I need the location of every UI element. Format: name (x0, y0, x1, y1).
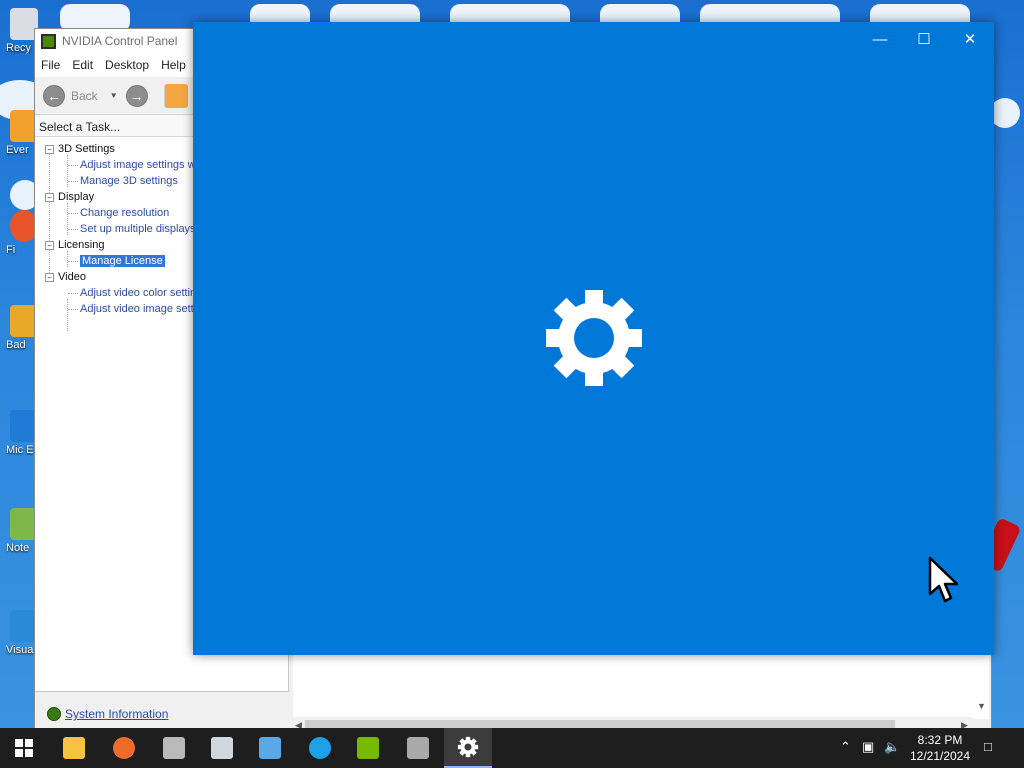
app-icon (407, 737, 429, 759)
maximize-button[interactable]: ☐ (909, 30, 939, 50)
nvidia-logo-icon (41, 33, 56, 49)
taskbar-app-2[interactable] (198, 728, 246, 768)
edge-icon (309, 737, 331, 759)
taskbar-edge[interactable] (296, 728, 344, 768)
tree-line (67, 155, 68, 187)
menu-desktop[interactable]: Desktop (99, 58, 155, 72)
tree-item-adjust-video-image[interactable]: Adjust video image sett (68, 301, 194, 317)
tree-category-label: 3D Settings (58, 143, 115, 155)
minimize-button[interactable]: — (865, 30, 895, 50)
tree-item-label: Change resolution (80, 207, 170, 219)
tree-category-display[interactable]: − Display (45, 189, 94, 205)
clock-date: 12/21/2024 (909, 749, 971, 763)
app-icon (211, 737, 233, 759)
tree-category-label: Video (58, 271, 86, 283)
scroll-down-icon[interactable]: ▼ (977, 701, 986, 711)
tree-line (67, 203, 68, 235)
taskbar-file-explorer[interactable] (50, 728, 98, 768)
tree-item-label: Adjust image settings w (80, 159, 196, 171)
tree-item-adjust-video-color[interactable]: Adjust video color settin (67, 285, 197, 301)
tree-line (49, 153, 50, 281)
volume-icon[interactable]: 🔈 (884, 739, 900, 755)
back-dropdown-icon[interactable]: ▼ (110, 91, 118, 100)
file-explorer-icon (63, 737, 85, 759)
back-arrow-icon[interactable]: ← (43, 84, 65, 107)
clock-time: 8:32 PM (917, 733, 963, 747)
gear-icon (546, 290, 642, 386)
windows-start-icon (15, 739, 33, 757)
taskbar-firefox[interactable] (100, 728, 148, 768)
notification-icon[interactable]: □ (984, 739, 992, 754)
close-button[interactable]: ✕ (955, 30, 985, 50)
network-icon[interactable]: ▣ (862, 739, 874, 755)
taskbar-app-3[interactable] (246, 728, 294, 768)
nvidia-icon (357, 737, 379, 759)
tree-category-label: Licensing (58, 239, 105, 251)
info-icon (47, 707, 61, 721)
taskbar-app-4[interactable] (394, 728, 442, 768)
forward-arrow-icon[interactable]: → (125, 84, 148, 107)
menu-edit[interactable]: Edit (66, 58, 99, 72)
tree-category-label: Display (58, 191, 95, 203)
tree-category-licensing[interactable]: − Licensing (45, 237, 104, 253)
tree-item-multiple-displays[interactable]: Set up multiple displays (68, 221, 196, 237)
tree-item-adjust-image-settings[interactable]: Adjust image settings w (68, 157, 196, 173)
tree-item-label: Adjust video image sett (80, 303, 194, 315)
system-clock[interactable]: 8:32 PM 12/21/2024 (904, 732, 976, 764)
taskbar-settings[interactable] (444, 728, 492, 768)
system-information-label: System Information (65, 707, 169, 721)
tree-item-manage-3d-settings[interactable]: Manage 3D settings (68, 173, 178, 189)
tree-line (67, 299, 68, 331)
cloud (990, 98, 1020, 128)
window-title: NVIDIA Control Panel (62, 34, 178, 48)
firefox-icon (113, 737, 135, 759)
taskbar: ⌃ ▣ 🔈 8:32 PM 12/21/2024 □ (0, 728, 1024, 768)
settings-icon (457, 736, 479, 758)
mouse-cursor-icon (928, 556, 959, 603)
tree-item-label: Manage 3D settings (80, 175, 178, 187)
collapse-icon[interactable]: − (45, 240, 54, 250)
taskbar-nvidia[interactable] (344, 728, 392, 768)
collapse-icon[interactable]: − (45, 192, 54, 202)
menu-file[interactable]: File (35, 58, 66, 72)
home-icon[interactable] (163, 83, 188, 108)
start-button[interactable] (0, 728, 48, 768)
collapse-icon[interactable]: − (45, 144, 54, 154)
tree-item-label: Manage License (80, 255, 165, 267)
tree-item-manage-license[interactable]: Manage License (68, 253, 165, 269)
taskbar-app-1[interactable] (150, 728, 198, 768)
app-icon (259, 737, 281, 759)
settings-splash-window: — ☐ ✕ (193, 22, 994, 655)
tree-category-3d-settings[interactable]: −3D Settings (45, 141, 115, 157)
back-button-label[interactable]: Back (71, 89, 98, 103)
show-hidden-icons-icon[interactable]: ⌃ (840, 739, 851, 755)
menu-help[interactable]: Help (155, 58, 192, 72)
tree-item-change-resolution[interactable]: Change resolution (67, 205, 170, 221)
content-pane (293, 649, 989, 719)
collapse-icon[interactable]: − (45, 272, 54, 282)
app-icon (163, 737, 185, 759)
tree-line (67, 251, 68, 267)
system-information-link[interactable]: System Information (47, 707, 168, 721)
tree-item-label: Set up multiple displays (80, 223, 196, 235)
tree-item-label: Adjust video color settin (80, 287, 197, 299)
tree-category-video[interactable]: − Video (45, 269, 86, 285)
